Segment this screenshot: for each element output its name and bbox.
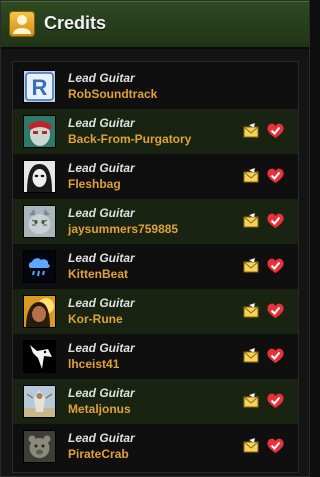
heart-check-icon[interactable] [267,303,284,319]
user-avatar[interactable] [23,205,56,238]
credits-header: Credits [1,1,309,49]
credit-role: Lead Guitar [68,296,135,310]
credit-username[interactable]: RobSoundtrack [68,87,157,101]
user-avatar[interactable] [23,385,56,418]
user-avatar[interactable] [23,115,56,148]
credit-username[interactable]: PirateCrab [68,447,129,461]
user-avatar[interactable]: R [23,70,56,103]
credit-row: R Lead Guitar RobSoundtrack [13,64,298,109]
send-message-icon[interactable] [243,212,259,229]
credit-username[interactable]: Back-From-Purgatory [68,132,191,146]
heart-check-icon[interactable] [267,348,284,364]
user-avatar[interactable] [23,295,56,328]
credit-username[interactable]: lhceist41 [68,357,119,371]
heart-check-icon[interactable] [267,393,284,409]
credit-row: Lead Guitar PirateCrab [13,424,298,469]
credit-role: Lead Guitar [68,161,135,175]
heart-check-icon[interactable] [267,168,284,184]
credit-row: Lead Guitar Back-From-Purgatory [13,109,298,154]
user-avatar[interactable] [23,340,56,373]
send-message-icon[interactable] [243,437,259,454]
credit-role: Lead Guitar [68,386,135,400]
credit-username[interactable]: KittenBeat [68,267,128,281]
credit-row: Lead Guitar KittenBeat [13,244,298,289]
svg-text:R: R [32,75,48,100]
user-icon [9,11,35,37]
credits-panel: Credits R Lead Guitar RobSoundtrack Lead… [0,0,310,477]
send-message-icon[interactable] [243,167,259,184]
credit-row: Lead Guitar Kor-Rune [13,289,298,334]
credits-list: R Lead Guitar RobSoundtrack Lead Guitar … [12,61,299,473]
send-message-icon[interactable] [243,302,259,319]
send-message-icon[interactable] [243,122,259,139]
credit-username[interactable]: jaysummers759885 [68,222,178,236]
credit-username[interactable]: Kor-Rune [68,312,123,326]
credit-role: Lead Guitar [68,116,135,130]
send-message-icon[interactable] [243,347,259,364]
user-avatar[interactable] [23,430,56,463]
user-avatar[interactable] [23,160,56,193]
credit-role: Lead Guitar [68,206,135,220]
heart-check-icon[interactable] [267,438,284,454]
send-message-icon[interactable] [243,392,259,409]
panel-title: Credits [44,13,107,33]
credit-role: Lead Guitar [68,341,135,355]
credit-row: Lead Guitar Fleshbag [13,154,298,199]
credit-row: Lead Guitar lhceist41 [13,334,298,379]
credit-role: Lead Guitar [68,431,135,445]
send-message-icon[interactable] [243,257,259,274]
credit-role: Lead Guitar [68,251,135,265]
heart-check-icon[interactable] [267,123,284,139]
user-avatar[interactable] [23,250,56,283]
heart-check-icon[interactable] [267,213,284,229]
credit-role: Lead Guitar [68,71,135,85]
heart-check-icon[interactable] [267,258,284,274]
credit-row: Lead Guitar jaysummers759885 [13,199,298,244]
credit-row: Lead Guitar Metaljonus [13,379,298,424]
credit-username[interactable]: Fleshbag [68,177,121,191]
credit-username[interactable]: Metaljonus [68,402,131,416]
